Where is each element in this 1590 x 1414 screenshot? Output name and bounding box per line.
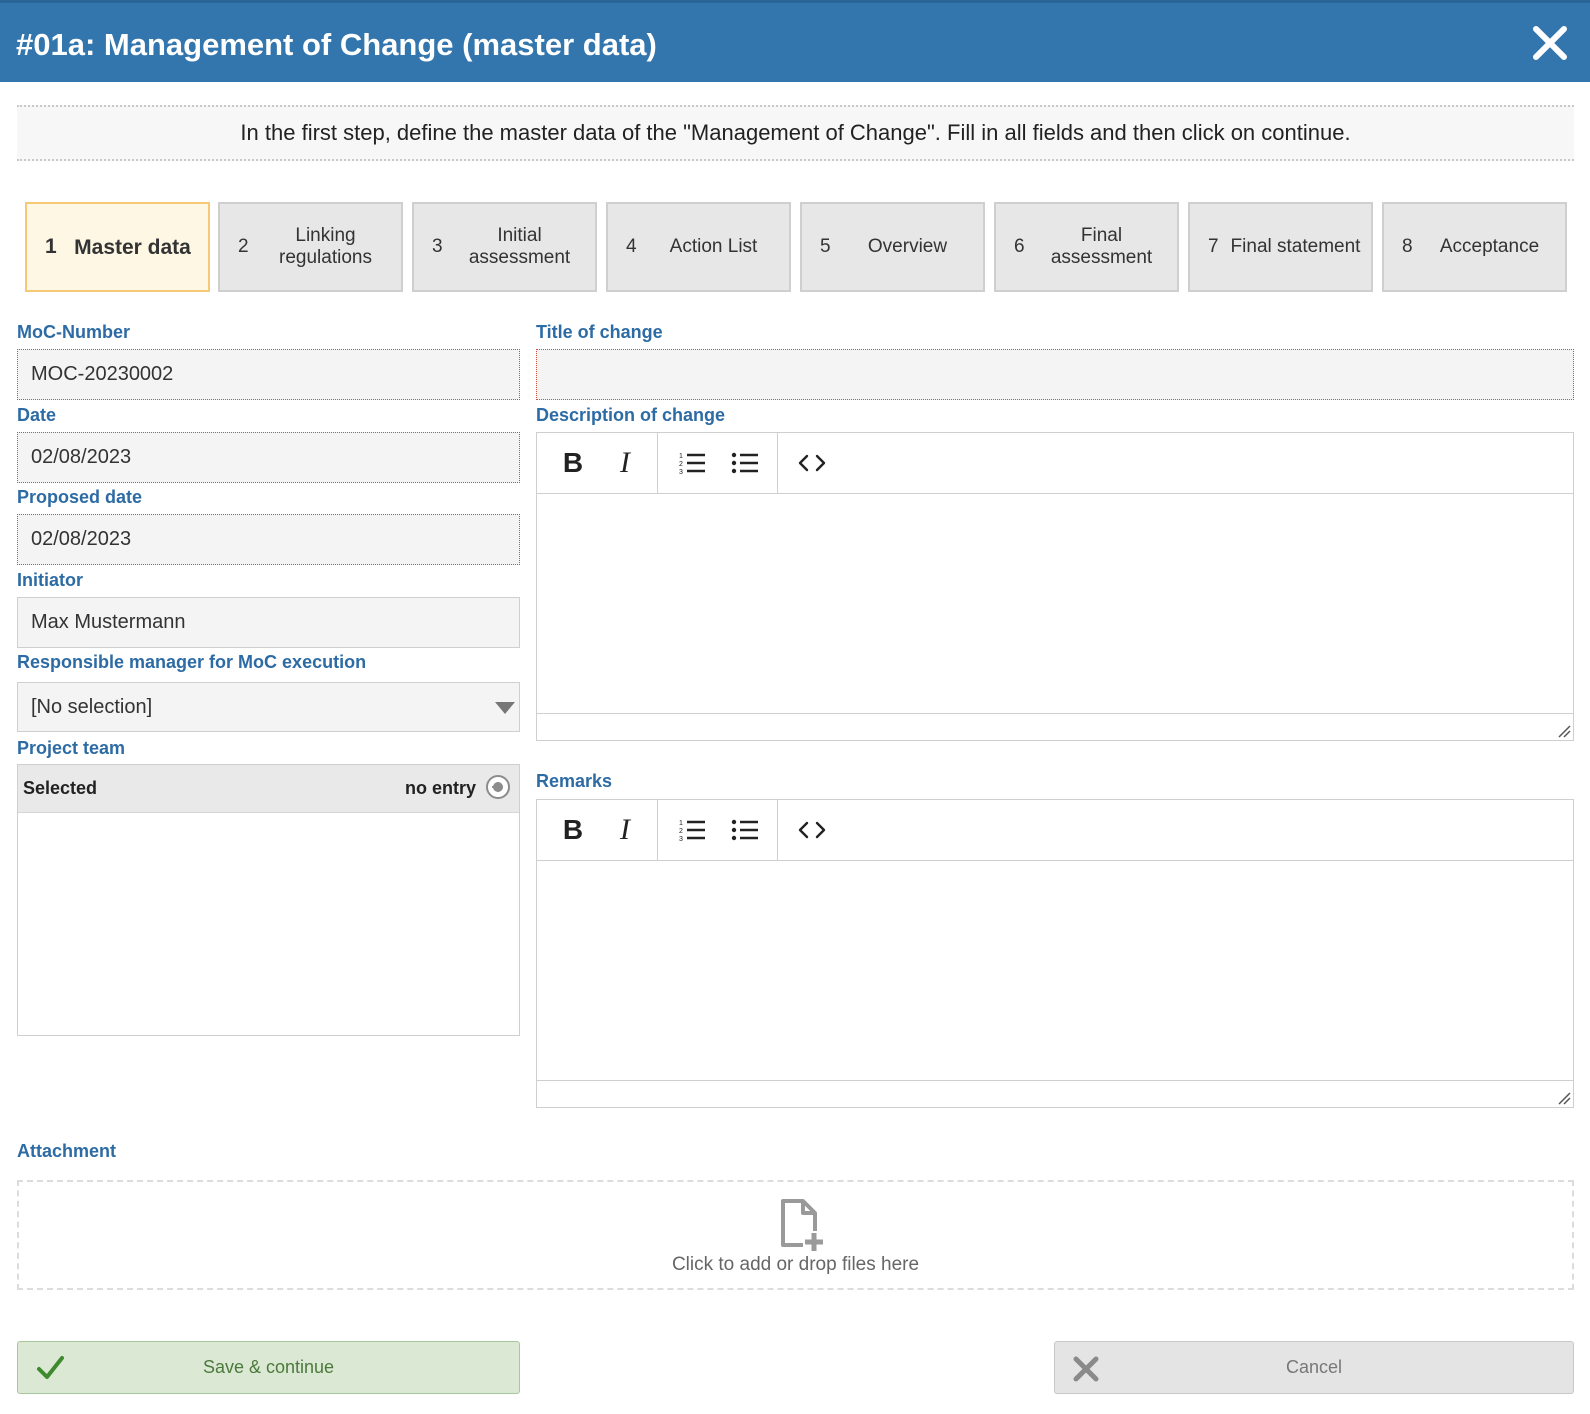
svg-text:1: 1 [679, 820, 683, 827]
attachment-dropzone[interactable]: Click to add or drop files here [17, 1180, 1574, 1290]
project-team-header: Selected no entry [18, 765, 519, 813]
responsible-manager-select[interactable]: [No selection] [17, 682, 520, 732]
svg-text:3: 3 [679, 469, 683, 476]
editor-toolbar: B I 123 [537, 433, 1573, 494]
ordered-list-icon[interactable]: 123 [667, 800, 717, 860]
step-number: 8 [1402, 236, 1413, 257]
remarks-editor[interactable]: B I 123 [536, 799, 1574, 1108]
italic-icon[interactable]: I [603, 433, 647, 493]
italic-icon[interactable]: I [603, 800, 647, 860]
project-team-label: Project team [17, 738, 126, 758]
step-number: 2 [238, 236, 249, 257]
code-icon[interactable] [787, 433, 837, 493]
add-file-icon [781, 1199, 825, 1253]
step-number: 4 [626, 236, 637, 257]
ordered-list-icon[interactable]: 123 [667, 433, 717, 493]
dialog-header: #01a: Management of Change (master data) [0, 0, 1590, 82]
step-label: Action List [669, 236, 758, 257]
step-number: 6 [1014, 236, 1025, 257]
project-team-list[interactable]: Selected no entry [17, 764, 520, 1036]
step-label: Final statement [1230, 236, 1361, 257]
resize-grip-icon[interactable] [1557, 1091, 1571, 1105]
resize-grip-icon[interactable] [1557, 724, 1571, 738]
bullet-list-icon[interactable] [720, 433, 770, 493]
bold-icon[interactable]: B [551, 800, 595, 860]
step-label: Final assessment [1050, 225, 1153, 268]
svg-text:1: 1 [679, 453, 683, 460]
title-of-change-label: Title of change [536, 322, 663, 342]
svg-text:2: 2 [679, 461, 683, 468]
save-continue-button[interactable]: Save & continue [17, 1341, 520, 1394]
step-initial-assessment[interactable]: 3 Initial assessment [412, 202, 597, 292]
select-value: [No selection] [31, 696, 153, 718]
toolbar-divider [777, 800, 778, 860]
date-label: Date [17, 405, 57, 425]
editor-statusbar [537, 713, 1573, 740]
step-label: Acceptance [1439, 236, 1540, 257]
title-of-change-field[interactable] [536, 349, 1574, 400]
dropzone-hint: Click to add or drop files here [671, 1254, 920, 1275]
cancel-label: Cancel [1285, 1357, 1343, 1377]
toolbar-divider [657, 433, 658, 493]
toolbar-divider [657, 800, 658, 860]
editor-content[interactable] [537, 861, 1573, 1107]
cancel-button[interactable]: Cancel [1054, 1341, 1574, 1394]
step-final-statement[interactable]: 7 Final statement [1188, 202, 1373, 292]
code-icon[interactable] [787, 800, 837, 860]
step-number: 1 [45, 235, 57, 258]
bold-icon[interactable]: B [551, 433, 595, 493]
proposed-date-label: Proposed date [17, 487, 143, 507]
step-acceptance[interactable]: 8 Acceptance [1382, 202, 1567, 292]
date-field[interactable]: 02/08/2023 [17, 432, 520, 483]
project-team-status: no entry [404, 778, 476, 798]
step-overview[interactable]: 5 Overview [800, 202, 985, 292]
dialog-title: #01a: Management of Change (master data) [16, 27, 657, 62]
step-label: Initial assessment [468, 225, 571, 268]
attachment-label: Attachment [17, 1141, 117, 1161]
save-continue-label: Save & continue [202, 1357, 335, 1377]
description-editor[interactable]: B I 123 [536, 432, 1574, 741]
step-number: 5 [820, 236, 831, 257]
svg-text:2: 2 [679, 828, 683, 835]
close-icon[interactable] [1530, 23, 1570, 63]
chevron-down-icon [495, 702, 515, 714]
step-final-assessment[interactable]: 6 Final assessment [994, 202, 1179, 292]
step-master-data[interactable]: 1 Master data [25, 202, 210, 292]
toolbar-divider [777, 433, 778, 493]
selected-label: Selected [23, 778, 98, 798]
step-label: Overview [867, 236, 948, 257]
step-action-list[interactable]: 4 Action List [606, 202, 791, 292]
editor-toolbar: B I 123 [537, 800, 1573, 861]
step-label: Master data [74, 235, 191, 259]
instruction-banner: In the first step, define the master dat… [17, 105, 1574, 161]
responsible-manager-label: Responsible manager for MoC execution [17, 652, 367, 672]
moc-number-field[interactable]: MOC-20230002 [17, 349, 520, 400]
remarks-label: Remarks [536, 771, 613, 791]
editor-statusbar [537, 1080, 1573, 1107]
step-number: 7 [1208, 236, 1219, 257]
initiator-label: Initiator [17, 570, 83, 590]
moc-number-label: MoC-Number [17, 322, 130, 342]
editor-content[interactable] [537, 494, 1573, 740]
proposed-date-field[interactable]: 02/08/2023 [17, 514, 520, 565]
initiator-field[interactable]: Max Mustermann [17, 597, 520, 648]
step-linking-regulations[interactable]: 2 Linking regulations [218, 202, 403, 292]
svg-text:3: 3 [679, 836, 683, 843]
step-label: Linking regulations [279, 225, 372, 268]
description-label: Description of change [536, 405, 726, 425]
arrow-circle-icon[interactable] [485, 774, 511, 800]
step-number: 3 [432, 236, 443, 257]
bullet-list-icon[interactable] [720, 800, 770, 860]
